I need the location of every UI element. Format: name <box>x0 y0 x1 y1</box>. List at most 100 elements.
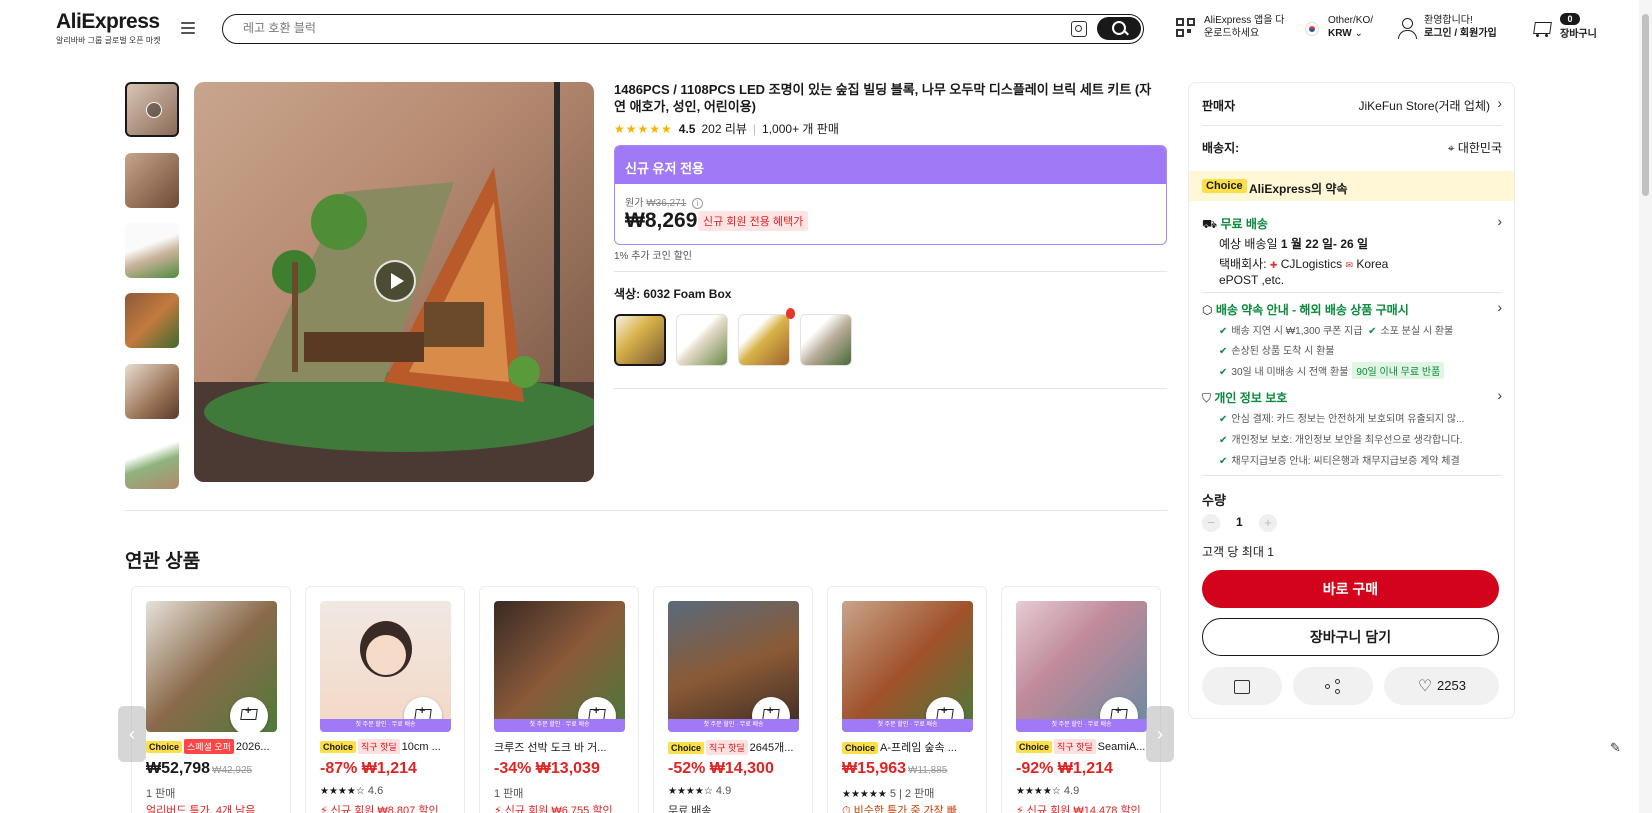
product-card-name[interactable]: Choice 직구 핫딜 10cm ... <box>320 739 454 754</box>
cart-label[interactable]: 장바구니 <box>1560 28 1597 41</box>
product-card-image[interactable]: 첫 주문 할인 · 무료 배송 <box>668 601 799 732</box>
product-card-title: 2026... <box>235 741 270 753</box>
share-button[interactable] <box>1293 667 1373 705</box>
rating-row[interactable]: ★★★★★ 4.5 202 리뷰 | 1,000+ 개 판매 <box>614 120 839 137</box>
new-member-tag: 신규 회원 전용 혜택가 <box>698 211 809 231</box>
coin-discount-note: 1% 추가 코인 할인 <box>614 251 692 262</box>
add-to-cart-button[interactable]: 장바구니 담기 <box>1202 618 1499 656</box>
quantity-value[interactable]: 1 <box>1236 515 1243 529</box>
related-products-title: 연관 상품 <box>125 551 201 572</box>
product-card-price: -87% ₩1,214 <box>320 760 417 777</box>
rating-stars: ★★★★☆ <box>320 786 365 797</box>
delivery-promise-row[interactable]: ⬡ 배송 약속 안내 - 해외 배송 상품 구매시 › <box>1202 299 1502 318</box>
image-search-icon[interactable] <box>1071 21 1087 37</box>
rating-value: 4.5 <box>678 121 696 136</box>
ship-to-row[interactable]: 배송지: ⌖ 대한민국 <box>1202 139 1502 156</box>
seller-row[interactable]: 판매자 JiKeFun Store(거래 업체) › <box>1202 95 1502 114</box>
choice-promise-band: Choice AliExpress의 약속 <box>1189 171 1514 201</box>
app-download-link[interactable]: AliExpress 앱을 다 운로드하세요 <box>1204 14 1284 40</box>
original-price: ₩36,271 <box>646 198 687 209</box>
welcome-text: 환영합니다! <box>1424 15 1473 26</box>
divider <box>614 388 1167 389</box>
gallery-thumb[interactable] <box>125 434 179 489</box>
buy-now-button[interactable]: 바로 구매 <box>1202 570 1499 608</box>
product-card-meta: 1 판매 <box>494 788 524 800</box>
gallery-thumb[interactable] <box>125 153 179 208</box>
wishlist-button[interactable]: ♡ 2253 <box>1384 667 1499 705</box>
login-signup-link[interactable]: 로그인 / 회원가입 <box>1424 28 1497 39</box>
product-card-name[interactable]: Choice A-프레임 숲속 ... <box>842 739 976 755</box>
page-scrollbar[interactable] <box>1639 0 1652 813</box>
color-option[interactable] <box>676 314 728 366</box>
qr-code-icon[interactable] <box>1176 18 1196 38</box>
cart-count-badge: 0 <box>1560 13 1580 25</box>
ship-to-label: 배송지: <box>1202 141 1240 155</box>
product-card-image[interactable] <box>146 601 277 732</box>
hot-deal-tag: 직구 핫딜 <box>1054 739 1096 754</box>
product-card-image[interactable]: 첫 주문 할인 · 무료 배송 <box>320 601 451 732</box>
location-pin-icon: ⌖ <box>1447 141 1455 155</box>
figure-face <box>366 635 406 675</box>
edit-pencil-icon[interactable]: ✎ <box>1610 740 1626 756</box>
purchase-panel: 판매자 JiKeFun Store(거래 업체) › 배송지: ⌖ 대한민국 C… <box>1188 82 1515 719</box>
product-card[interactable]: 첫 주문 할인 · 무료 배송 ChoiceA-프레임 숲속 ... ₩15,9… <box>827 586 987 813</box>
original-price-row: 원가 ₩36,271 i <box>625 194 703 209</box>
search-button[interactable] <box>1097 17 1141 40</box>
truck-icon: ⛟ <box>1202 217 1218 231</box>
original-price: ₩42,925 <box>212 765 253 776</box>
gallery-thumb[interactable] <box>125 223 179 278</box>
original-price: ₩11,885 <box>908 765 948 776</box>
product-card[interactable]: 첫 주문 할인 · 무료 배송 Choice직구 핫딜2645개... -52%… <box>653 586 813 813</box>
product-card-title: SeamiA... <box>1097 741 1146 753</box>
locale-selector[interactable]: Other/KO/ KRW ⌄ <box>1328 14 1373 40</box>
main-product-image[interactable] <box>194 82 594 482</box>
cart-icon[interactable] <box>1531 19 1553 39</box>
carousel-next-button[interactable]: › <box>1146 706 1174 762</box>
product-card-image[interactable]: 첫 주문 할인 · 무료 배송 <box>494 601 625 732</box>
menu-icon[interactable] <box>181 22 195 34</box>
quantity-decrease-button[interactable]: − <box>1202 514 1220 532</box>
product-card-name[interactable]: Choice 직구 핫딜 SeamiA... <box>1016 739 1150 754</box>
product-card[interactable]: 첫 주문 할인 · 무료 배송 Choice직구 핫딜10cm ... -87%… <box>305 586 465 813</box>
privacy-row[interactable]: ⛉ 개인 정보 보호 › <box>1202 387 1502 406</box>
color-option[interactable] <box>800 314 852 366</box>
gallery-thumb[interactable] <box>125 293 179 348</box>
product-card-name[interactable]: Choice 직구 핫딜 2645개... <box>668 739 802 755</box>
product-card[interactable]: Choice스페셜 오퍼2026... ₩52,798₩42,925 1 판매 … <box>131 586 291 813</box>
product-card-name[interactable]: Choice 스페셜 오퍼 2026... <box>146 739 280 754</box>
scrollbar-thumb[interactable] <box>1642 14 1649 196</box>
price-value: ₩52,798 <box>146 760 211 777</box>
search-bar[interactable] <box>222 14 1144 44</box>
add-to-cart-icon[interactable] <box>230 697 268 732</box>
product-card-name[interactable]: 크루즈 선박 도크 바 거... <box>494 739 628 755</box>
eta-row: 예상 배송일 1 월 22 일- 26 일 <box>1219 235 1519 252</box>
rating-stars: ★★★★☆ <box>668 786 713 797</box>
color-label: 색상: 6032 Foam Box <box>614 287 732 301</box>
product-card-image[interactable]: 첫 주문 할인 · 무료 배송 <box>1016 601 1147 732</box>
product-card-meta: 1 판매 <box>146 788 176 800</box>
color-option[interactable] <box>738 314 790 366</box>
carousel-prev-button[interactable]: ‹ <box>118 706 146 762</box>
aliexpress-logo[interactable]: AliExpress 알리바바 그룹 글로벌 오픈 마켓 <box>56 10 161 46</box>
quantity-increase-button[interactable]: + <box>1259 514 1277 532</box>
check-icon: ✔ <box>1219 367 1228 378</box>
info-icon[interactable]: i <box>692 198 703 209</box>
play-video-button[interactable] <box>374 260 416 302</box>
gallery-thumb-video[interactable] <box>125 82 179 137</box>
product-card[interactable]: 첫 주문 할인 · 무료 배송 Choice직구 핫딜SeamiA... -92… <box>1001 586 1161 813</box>
product-card-image[interactable]: 첫 주문 할인 · 무료 배송 <box>842 601 973 732</box>
gallery-thumb[interactable] <box>125 364 179 419</box>
privacy-line: ✔ 안심 결제: 카드 정보는 안전하게 보호되며 유출되지 않... <box>1219 410 1464 425</box>
ship-to-value[interactable]: ⌖ 대한민국 <box>1448 139 1502 156</box>
seller-name[interactable]: JiKeFun Store(거래 업체) <box>1358 97 1490 114</box>
free-shipping-row[interactable]: ⛟ 무료 배송 › <box>1202 213 1502 233</box>
color-option-selected[interactable] <box>614 314 666 366</box>
review-count[interactable]: 202 리뷰 <box>701 120 746 137</box>
promise-item: 손상된 상품 도착 시 환불 <box>1231 346 1335 357</box>
search-input[interactable] <box>243 21 1043 35</box>
store-button[interactable] <box>1202 667 1282 705</box>
product-card[interactable]: 첫 주문 할인 · 무료 배송 크루즈 선박 도크 바 거... -34% ₩1… <box>479 586 639 813</box>
product-card-promo: 얼리버드 특가, 4개 남음 <box>146 805 256 813</box>
user-icon[interactable] <box>1397 17 1417 39</box>
account-link[interactable]: 환영합니다! 로그인 / 회원가입 <box>1424 14 1497 40</box>
